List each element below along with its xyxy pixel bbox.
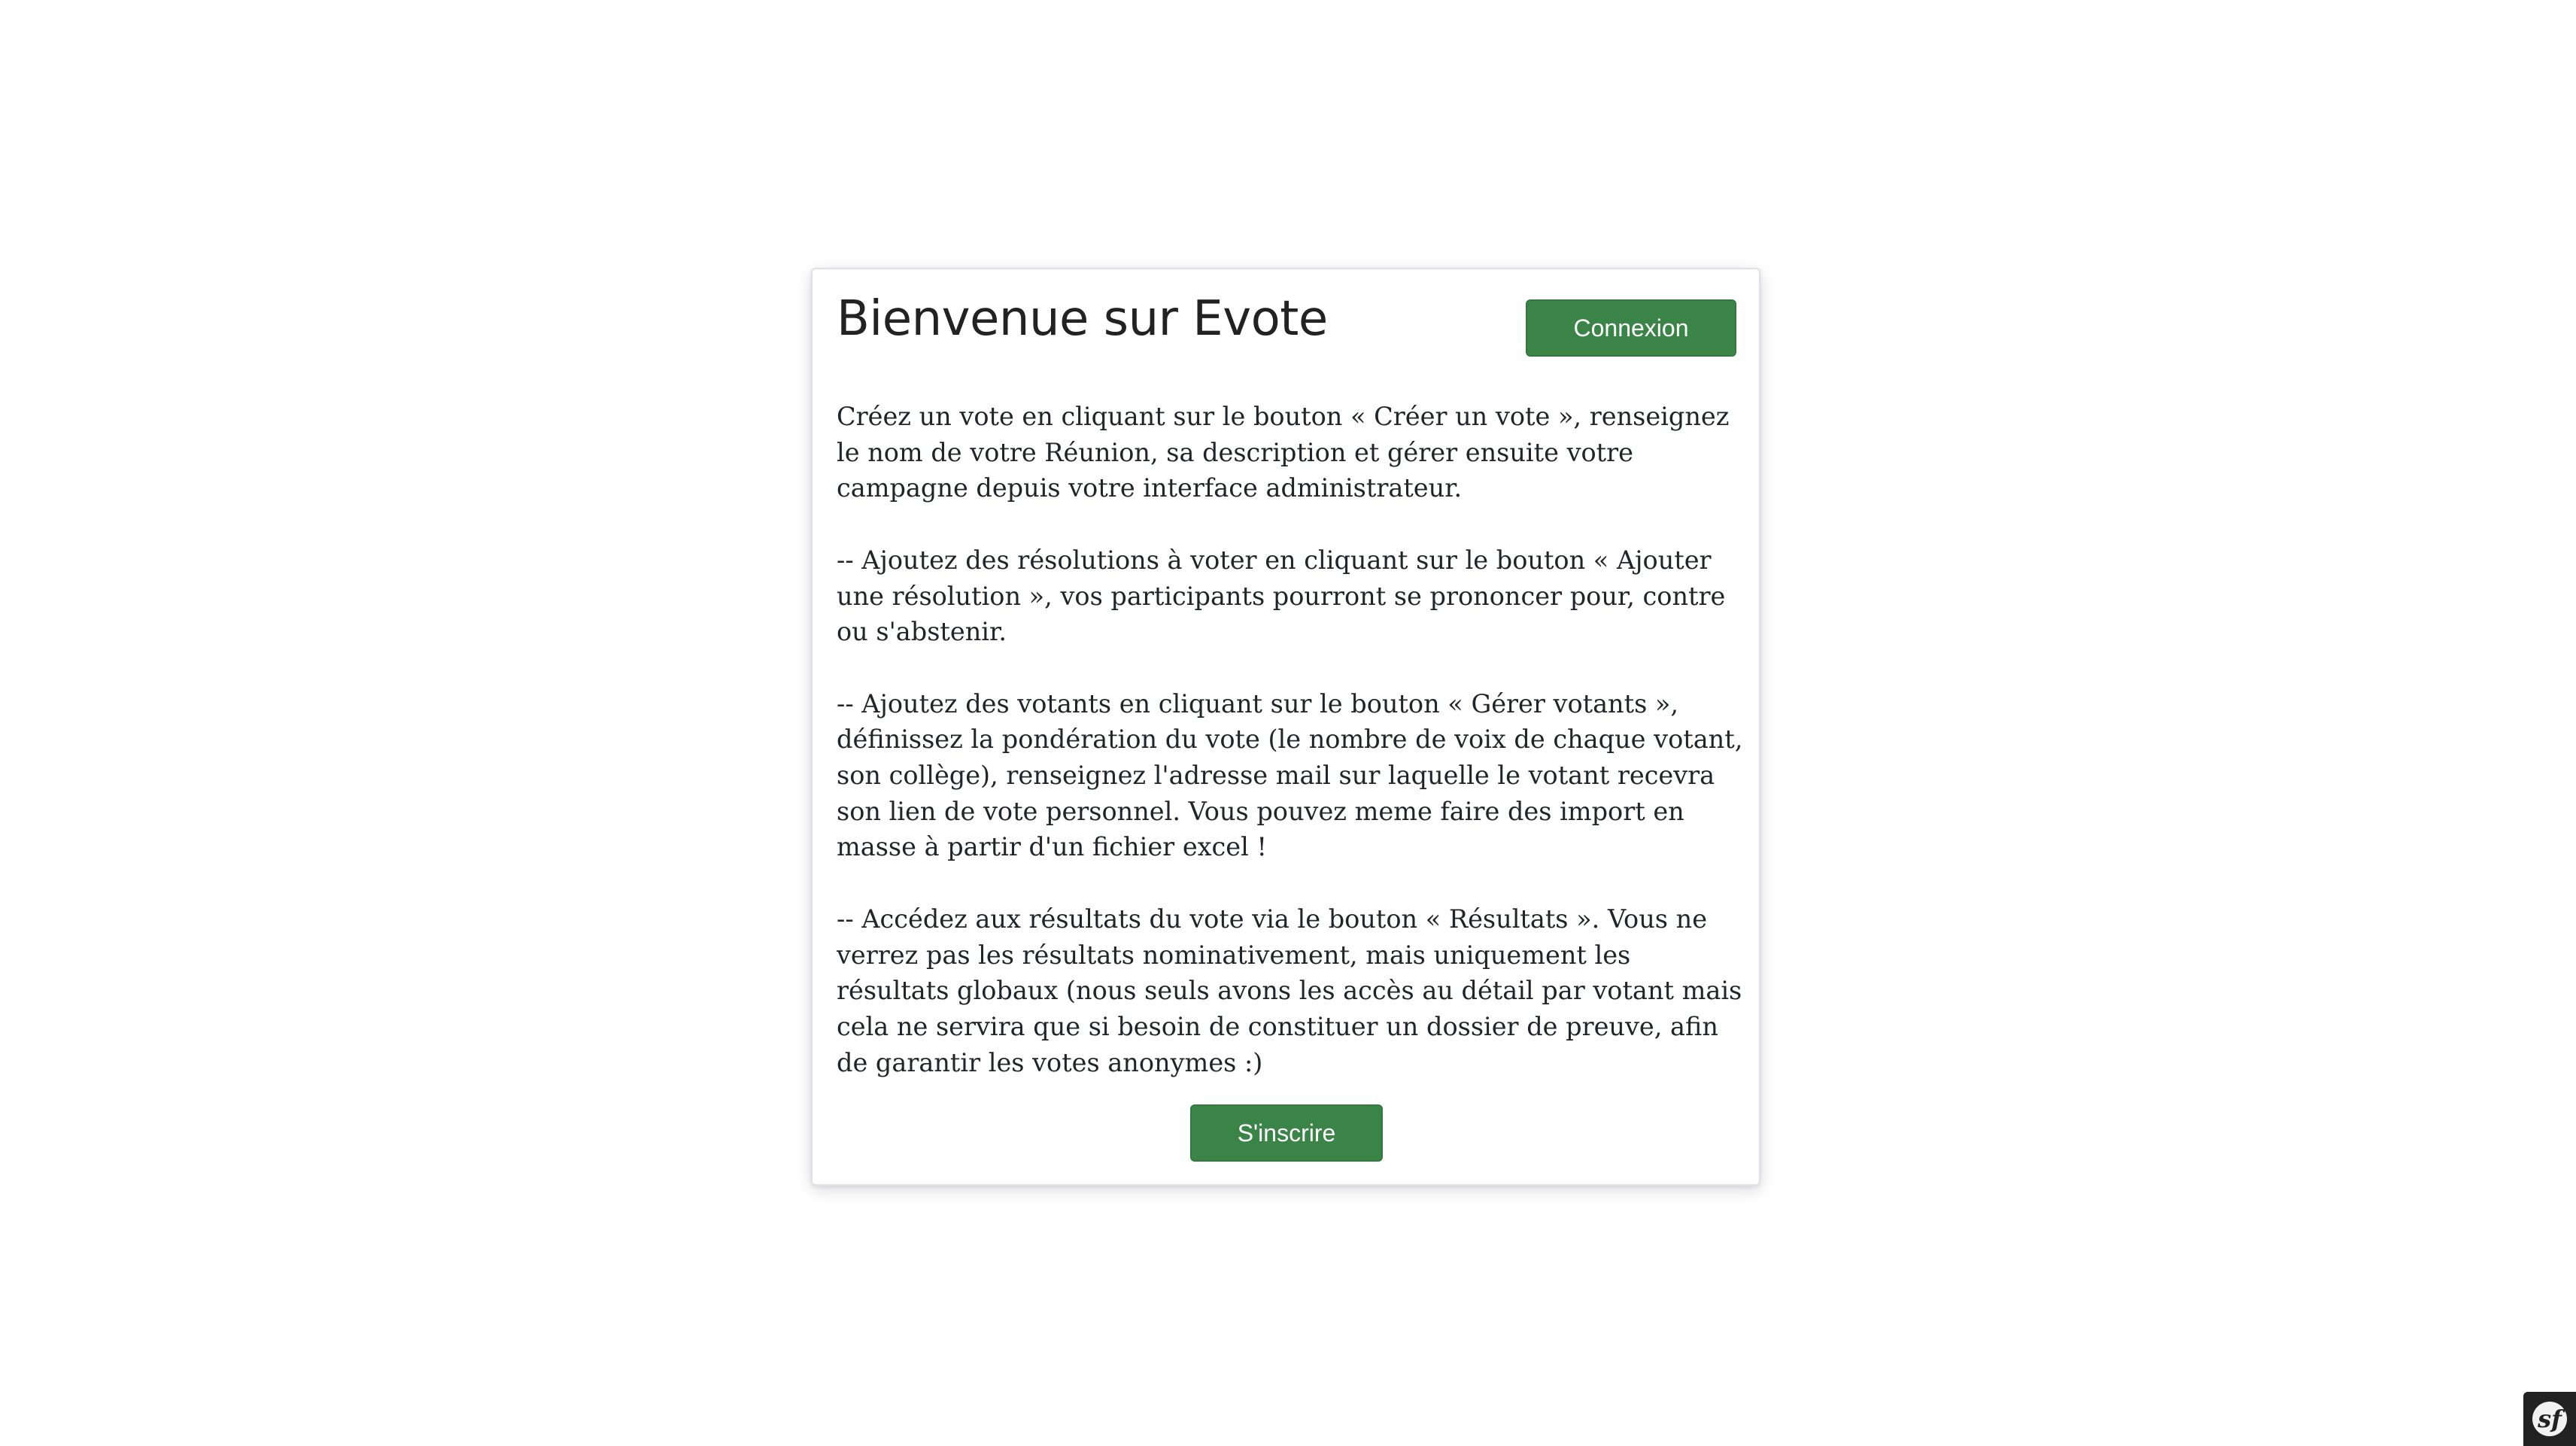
intro-paragraph: Créez un vote en cliquant sur le bouton …: [837, 402, 1730, 503]
register-button[interactable]: S'inscrire: [1190, 1104, 1383, 1162]
login-button[interactable]: Connexion: [1526, 299, 1736, 357]
symfony-logo-icon: sf: [2532, 1402, 2567, 1436]
resolutions-paragraph: -- Ajoutez des résolutions à voter en cl…: [837, 545, 1726, 647]
voters-paragraph: -- Ajoutez des votants en cliquant sur l…: [837, 688, 1743, 862]
symfony-debug-toolbar-toggle[interactable]: sf: [2523, 1392, 2576, 1446]
welcome-description: Créez un vote en cliquant sur le bouton …: [837, 399, 1747, 1080]
results-paragraph: -- Accédez aux résultats du vote via le …: [837, 904, 1742, 1077]
page-title: Bienvenue sur Evote: [837, 291, 1328, 347]
welcome-card: Bienvenue sur Evote Connexion Créez un v…: [811, 268, 1760, 1186]
